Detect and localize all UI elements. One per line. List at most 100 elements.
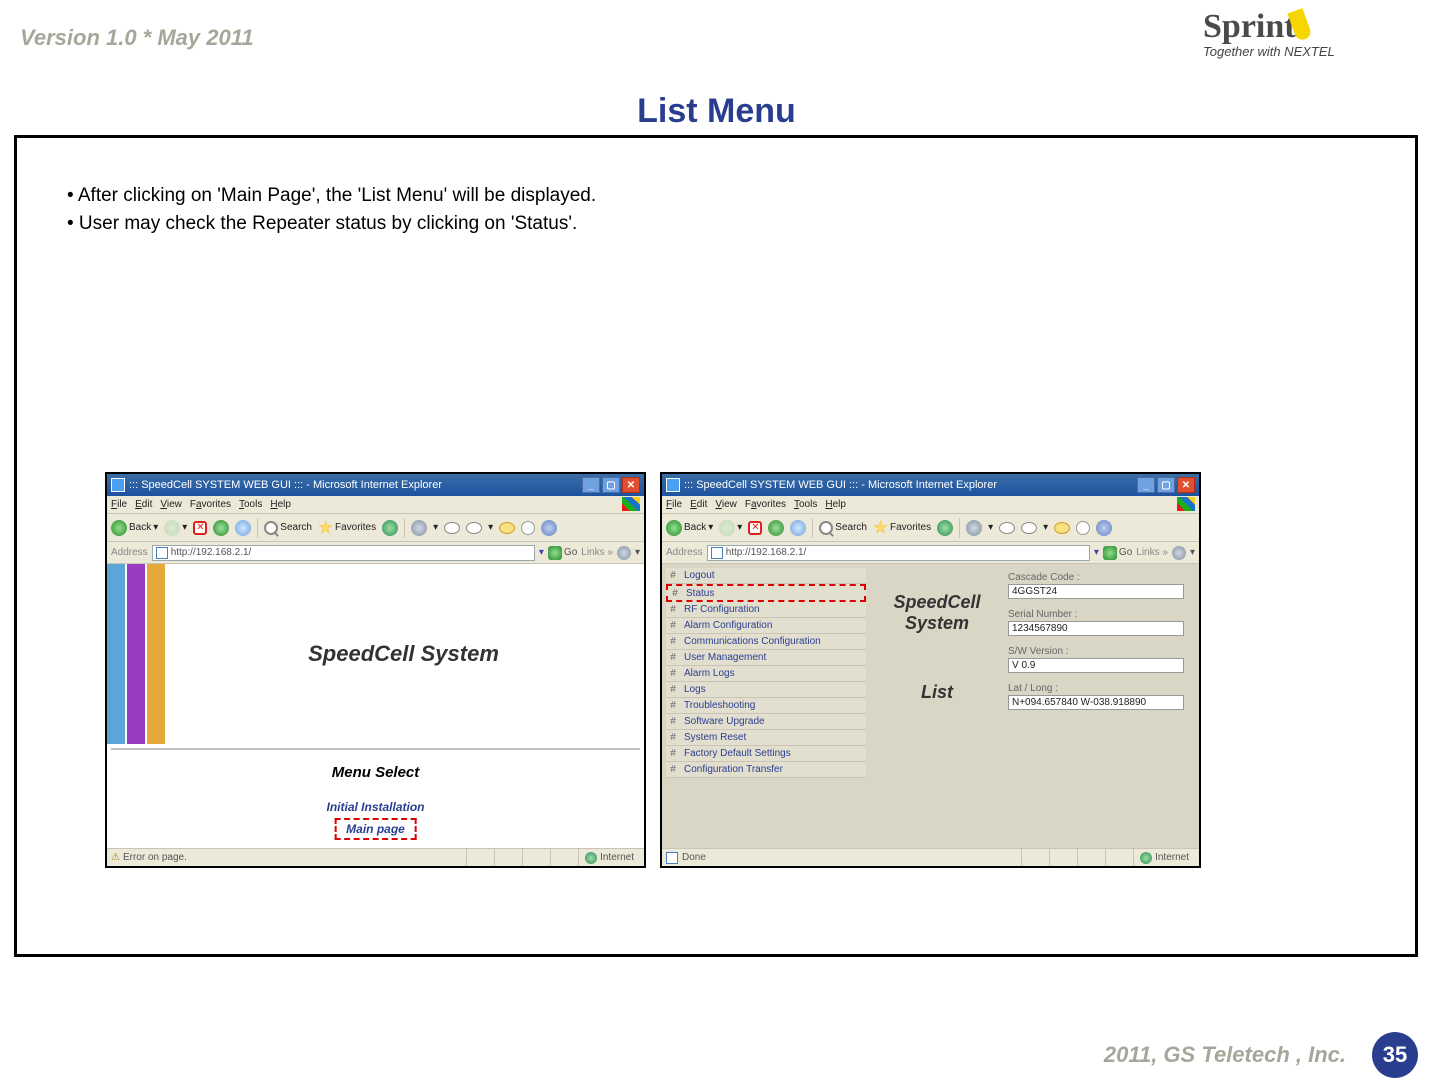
- minimize-button[interactable]: _: [1137, 477, 1155, 493]
- list-menu-item[interactable]: #Configuration Transfer: [666, 762, 866, 778]
- list-menu-item[interactable]: #Alarm Configuration: [666, 618, 866, 634]
- logo-brand: Sprint: [1203, 8, 1296, 45]
- home-icon[interactable]: [790, 520, 806, 536]
- list-menu-label: Factory Default Settings: [680, 748, 866, 759]
- close-button[interactable]: ✕: [1177, 477, 1195, 493]
- history-icon[interactable]: [382, 520, 398, 536]
- sw-label: S/W Version :: [1008, 646, 1184, 657]
- menu-favorites[interactable]: Favorites: [190, 499, 231, 510]
- go-icon: [1103, 546, 1117, 560]
- back-button[interactable]: Back ▾: [666, 520, 713, 536]
- list-menu-item[interactable]: #Software Upgrade: [666, 714, 866, 730]
- main-page-link[interactable]: Main page: [346, 822, 405, 836]
- list-menu-item[interactable]: #Logout: [666, 568, 866, 584]
- folder-icon[interactable]: [499, 522, 515, 534]
- hash-icon: #: [666, 570, 680, 581]
- screenshots-row: ::: SpeedCell SYSTEM WEB GUI ::: - Micro…: [105, 472, 1201, 868]
- list-menu-item[interactable]: #Communications Configuration: [666, 634, 866, 650]
- address-input[interactable]: http://192.168.2.1/: [707, 545, 1090, 561]
- list-menu-label: Troubleshooting: [680, 700, 866, 711]
- forward-button[interactable]: ▾: [719, 520, 742, 536]
- list-menu-label: Communications Configuration: [680, 636, 866, 647]
- stop-icon[interactable]: [748, 521, 762, 535]
- refresh-icon[interactable]: [768, 520, 784, 536]
- info-fields: Cascade Code : 4GGST24 Serial Number : 1…: [1008, 572, 1184, 720]
- menu-favorites[interactable]: Favorites: [745, 499, 786, 510]
- status-text: Error on page.: [123, 852, 187, 863]
- maximize-button[interactable]: ▢: [602, 477, 620, 493]
- address-label: Address: [666, 547, 703, 558]
- screenshot-right: ::: SpeedCell SYSTEM WEB GUI ::: - Micro…: [660, 472, 1201, 868]
- hash-icon: #: [666, 764, 680, 775]
- list-menu-label: Configuration Transfer: [680, 764, 866, 775]
- menu-view[interactable]: View: [160, 499, 182, 510]
- menu-select-label: Menu Select: [107, 764, 644, 781]
- address-bar: Address http://192.168.2.1/ ▾ Go Links »…: [107, 542, 644, 564]
- gear-icon[interactable]: [966, 520, 982, 536]
- cascade-label: Cascade Code :: [1008, 572, 1184, 583]
- refresh-icon[interactable]: [213, 520, 229, 536]
- menu-help[interactable]: Help: [825, 499, 846, 510]
- list-menu-item[interactable]: #System Reset: [666, 730, 866, 746]
- menu-view[interactable]: View: [715, 499, 737, 510]
- gear-icon[interactable]: [411, 520, 427, 536]
- folder-icon[interactable]: [1054, 522, 1070, 534]
- links-label[interactable]: Links »: [581, 547, 613, 558]
- help-icon[interactable]: [1096, 520, 1112, 536]
- list-menu-item[interactable]: #Status: [666, 584, 866, 602]
- forward-button[interactable]: ▾: [164, 520, 187, 536]
- search-button[interactable]: Search: [264, 521, 312, 535]
- go-button[interactable]: Go: [1103, 546, 1132, 560]
- menu-edit[interactable]: Edit: [135, 499, 152, 510]
- home-icon[interactable]: [235, 520, 251, 536]
- ie-icon: [111, 478, 125, 492]
- mail-icon[interactable]: [999, 522, 1015, 534]
- initial-installation-link[interactable]: Initial Installation: [107, 800, 644, 814]
- menu-help[interactable]: Help: [270, 499, 291, 510]
- menu-tools[interactable]: Tools: [239, 499, 262, 510]
- help-icon[interactable]: [541, 520, 557, 536]
- menu-tools[interactable]: Tools: [794, 499, 817, 510]
- back-button[interactable]: Back ▾: [111, 520, 158, 536]
- print-icon[interactable]: [1021, 522, 1037, 534]
- go-button[interactable]: Go: [548, 546, 577, 560]
- internet-icon: [1140, 852, 1152, 864]
- list-menu-item[interactable]: #RF Configuration: [666, 602, 866, 618]
- page-title: List Menu: [0, 92, 1433, 131]
- center-labels: SpeedCell System List: [878, 568, 996, 703]
- menubar: File Edit View Favorites Tools Help: [662, 496, 1199, 514]
- cascade-input[interactable]: 4GGST24: [1008, 584, 1184, 599]
- list-menu-item[interactable]: #Troubleshooting: [666, 698, 866, 714]
- menu-edit[interactable]: Edit: [690, 499, 707, 510]
- done-icon: [666, 852, 678, 864]
- latlong-field: Lat / Long : N+094.657840 W-038.918890: [1008, 683, 1184, 710]
- history-icon[interactable]: [937, 520, 953, 536]
- menu-file[interactable]: File: [111, 499, 127, 510]
- maximize-button[interactable]: ▢: [1157, 477, 1175, 493]
- status-bar: Done Internet: [662, 848, 1199, 866]
- settings-icon[interactable]: [617, 546, 631, 560]
- settings-icon[interactable]: [1172, 546, 1186, 560]
- stop-icon[interactable]: [193, 521, 207, 535]
- edit-icon[interactable]: [1076, 521, 1090, 535]
- address-input[interactable]: http://192.168.2.1/: [152, 545, 535, 561]
- print-icon[interactable]: [466, 522, 482, 534]
- serial-input[interactable]: 1234567890: [1008, 621, 1184, 636]
- list-menu-item[interactable]: #User Management: [666, 650, 866, 666]
- latlong-input[interactable]: N+094.657840 W-038.918890: [1008, 695, 1184, 710]
- search-button[interactable]: Search: [819, 521, 867, 535]
- menu-file[interactable]: File: [666, 499, 682, 510]
- links-label[interactable]: Links »: [1136, 547, 1168, 558]
- minimize-button[interactable]: _: [582, 477, 600, 493]
- close-button[interactable]: ✕: [622, 477, 640, 493]
- hash-icon: #: [668, 588, 682, 599]
- favorites-button[interactable]: Favorites: [873, 520, 931, 535]
- mail-icon[interactable]: [444, 522, 460, 534]
- list-menu-item[interactable]: #Factory Default Settings: [666, 746, 866, 762]
- edit-icon[interactable]: [521, 521, 535, 535]
- list-menu-item[interactable]: #Logs: [666, 682, 866, 698]
- sw-input[interactable]: V 0.9: [1008, 658, 1184, 673]
- favorites-button[interactable]: Favorites: [318, 520, 376, 535]
- list-menu-item[interactable]: #Alarm Logs: [666, 666, 866, 682]
- page-content-right: #Logout#Status#RF Configuration#Alarm Co…: [662, 564, 1199, 850]
